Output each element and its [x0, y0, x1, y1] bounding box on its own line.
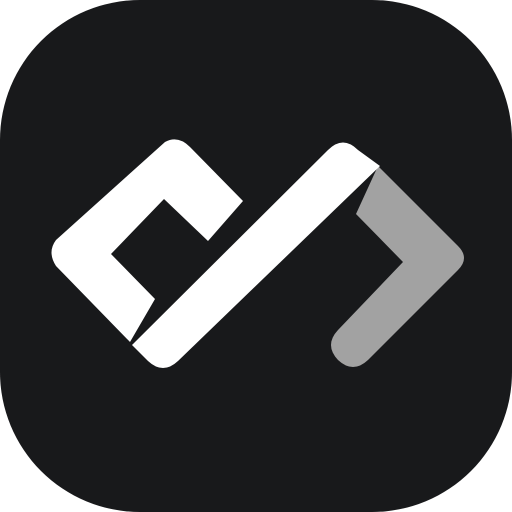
canvas: [0, 0, 512, 512]
app-icon: [0, 0, 512, 512]
